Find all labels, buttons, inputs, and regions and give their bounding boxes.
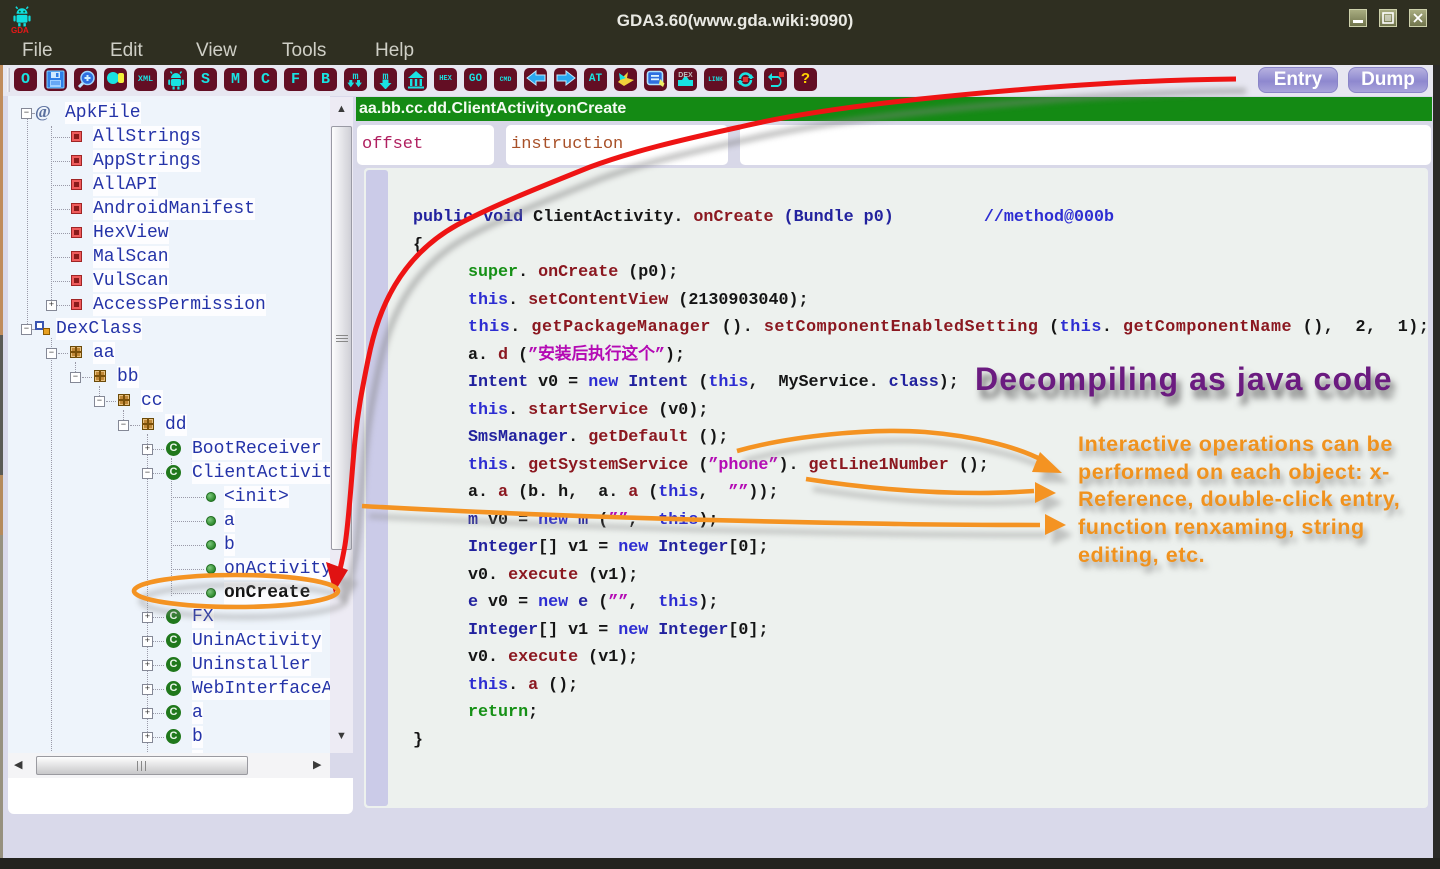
svg-text:DEX: DEX	[678, 72, 693, 79]
